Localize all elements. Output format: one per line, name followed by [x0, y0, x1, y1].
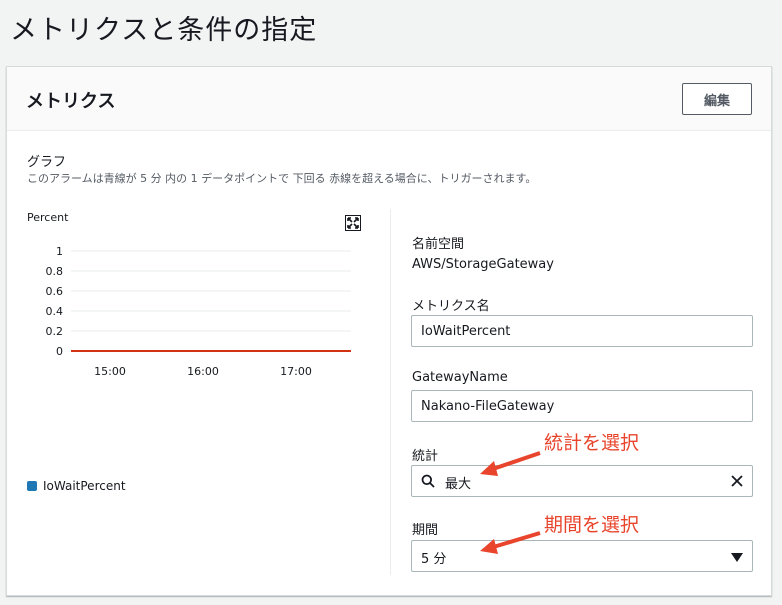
legend-label: IoWaitPercent [43, 479, 126, 493]
legend-swatch [27, 481, 37, 491]
y-tick-label: 0.8 [46, 265, 64, 278]
chart-legend: IoWaitPercent [27, 479, 126, 493]
statistic-arrow-icon [480, 451, 541, 476]
period-annotation: 期間を選択 [544, 514, 640, 536]
graph-description: このアラームは青線が 5 分 内の 1 データポイントで 下回る 赤線を超える場… [27, 172, 537, 185]
namespace-label: 名前空間 [412, 237, 465, 252]
edit-button[interactable]: 編集 [682, 83, 752, 115]
namespace-value: AWS/StorageGateway [412, 257, 554, 272]
statistic-label: 統計 [412, 449, 439, 464]
y-tick-label: 0 [56, 345, 63, 358]
metric-name-field[interactable] [411, 315, 753, 347]
y-tick-label: 1 [56, 245, 63, 258]
search-icon [421, 474, 435, 492]
panel-title: メトリクス [26, 91, 116, 112]
x-tick-label: 15:00 [94, 365, 126, 378]
period-arrow-icon [480, 531, 541, 554]
close-icon[interactable] [729, 473, 745, 493]
panel-header: メトリクス 編集 [7, 67, 771, 131]
chart-plot: 1 0.8 0.6 0.4 0.2 0 15:00 16:00 17:00 [46, 245, 351, 378]
metric-chart: Percent 1 0.8 0.6 0.4 0.2 0 15:00 16:00 17:00 Io… [21, 207, 361, 507]
period-label: 期間 [412, 523, 439, 538]
y-tick-label: 0.2 [46, 325, 64, 338]
gateway-name-label: GatewayName [412, 370, 508, 385]
statistic-annotation: 統計を選択 [544, 432, 640, 454]
x-tick-label: 17:00 [280, 365, 312, 378]
graph-heading: グラフ [27, 155, 67, 170]
x-tick-label: 16:00 [187, 365, 219, 378]
period-value: 5 分 [421, 552, 447, 567]
period-select[interactable]: 5 分 [411, 540, 753, 572]
caret-down-icon [731, 552, 743, 567]
metrics-panel: メトリクス 編集 グラフ このアラームは青線が 5 分 内の 1 データポイント… [6, 66, 772, 596]
statistic-value: 最大 [445, 477, 472, 492]
statistic-select[interactable]: 最大 [411, 465, 753, 497]
gateway-name-field[interactable] [411, 390, 753, 422]
column-divider [390, 209, 391, 575]
y-tick-label: 0.4 [46, 305, 64, 318]
page-title: メトリクスと条件の指定 [10, 15, 318, 46]
y-tick-label: 0.6 [46, 285, 64, 298]
metric-name-label: メトリクス名 [412, 299, 490, 314]
